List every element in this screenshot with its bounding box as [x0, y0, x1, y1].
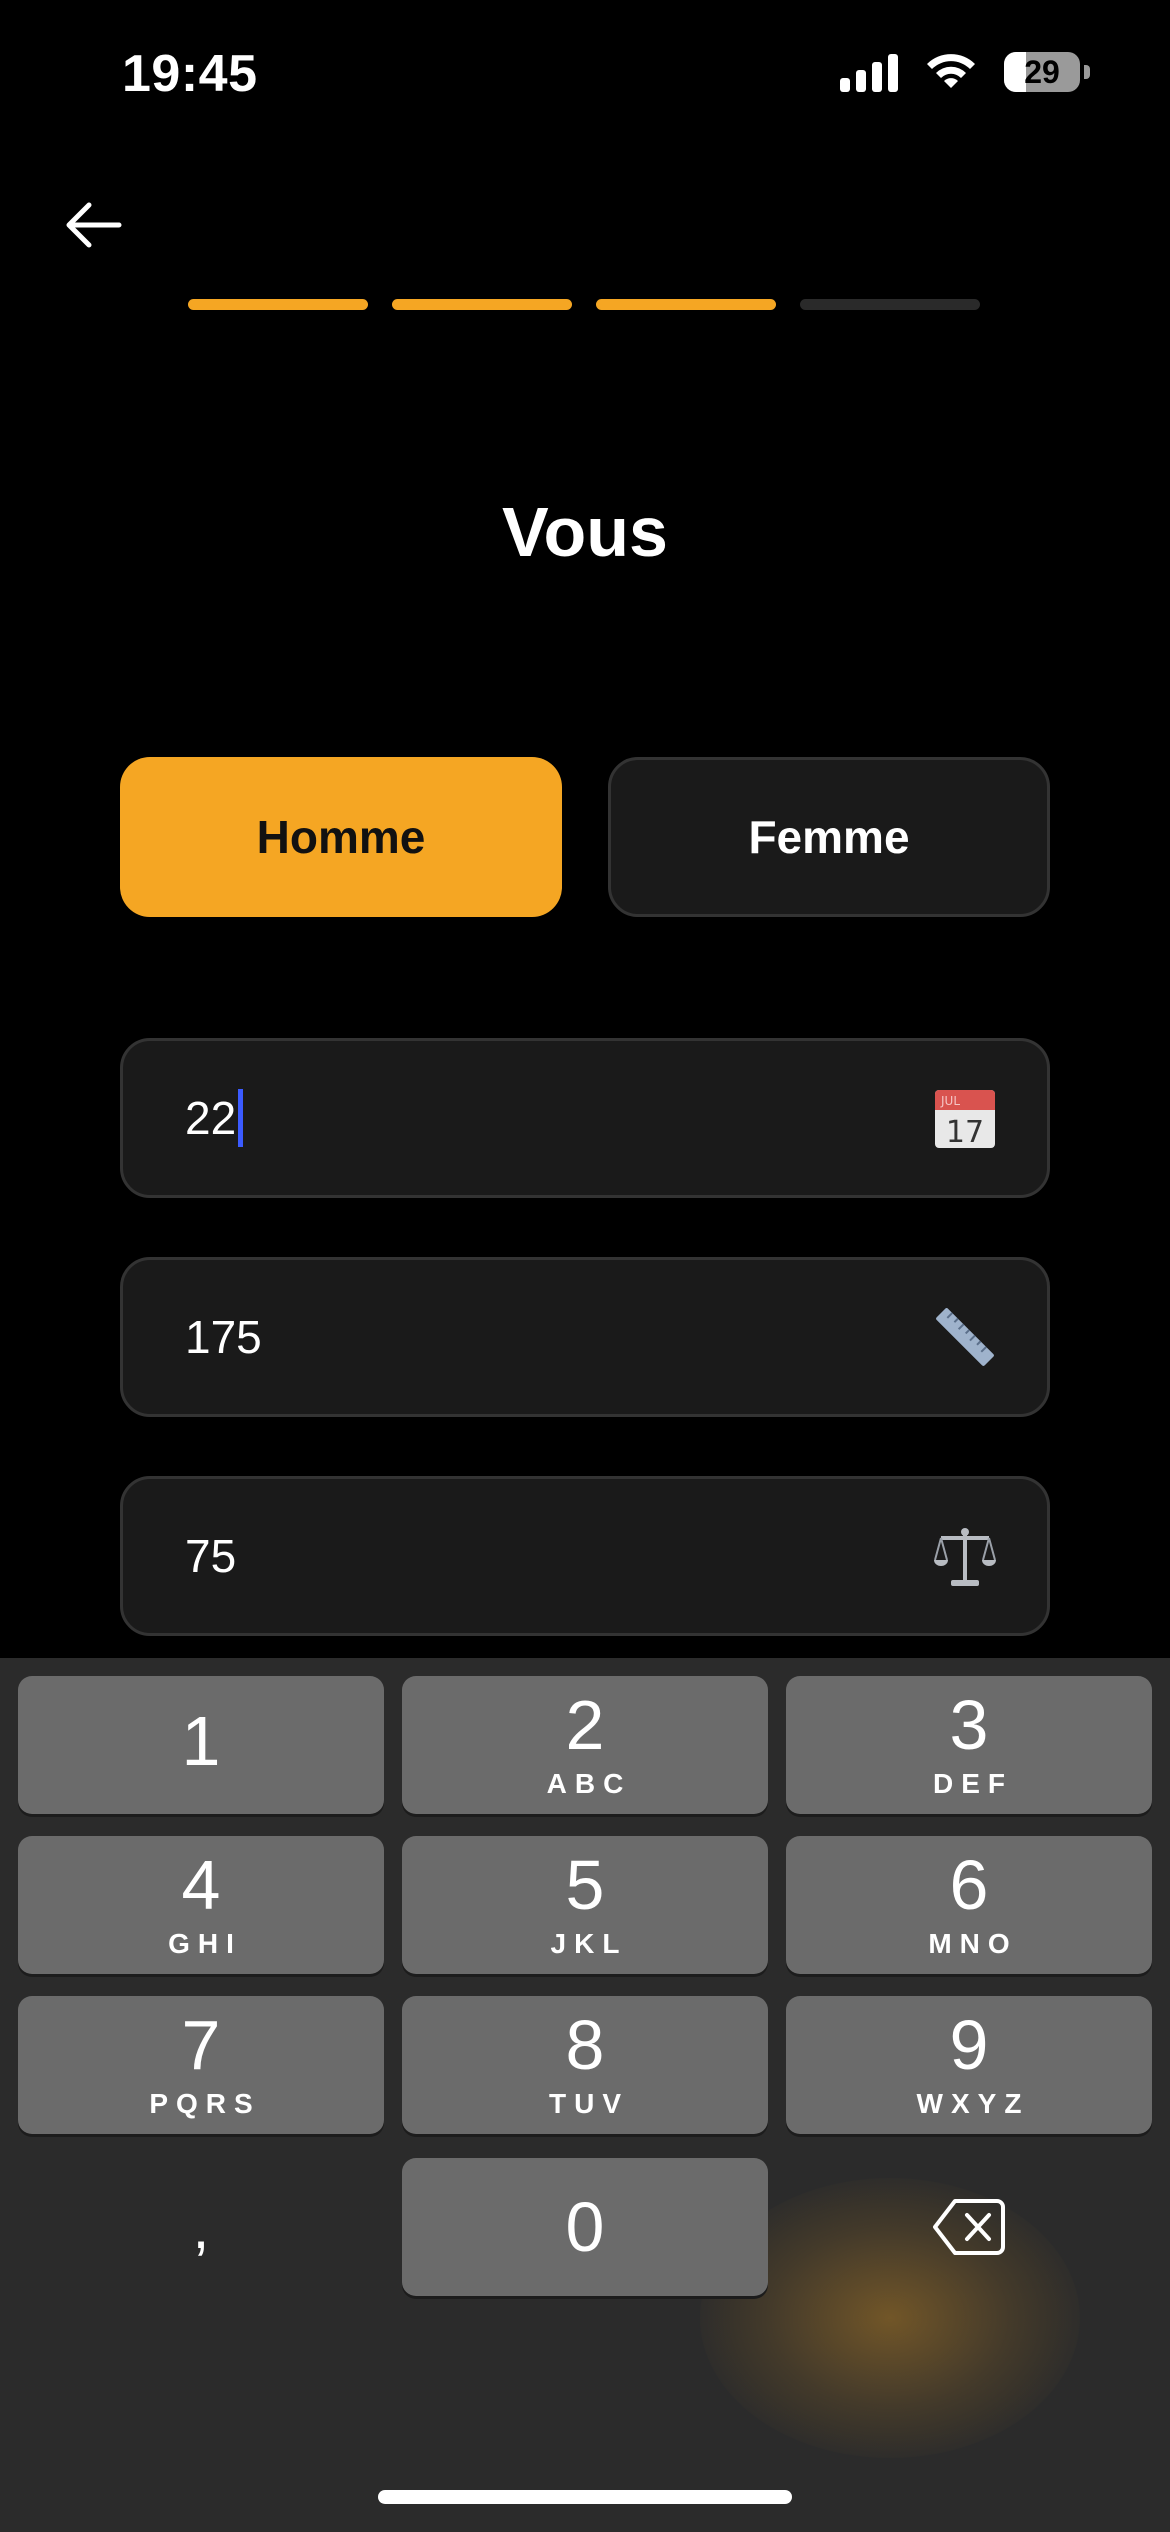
battery-percent: 29 — [1024, 53, 1060, 90]
key-6[interactable]: 6 MNO — [786, 1836, 1152, 1974]
key-digit: 8 — [565, 2006, 605, 2084]
key-digit: 0 — [565, 2188, 605, 2266]
battery-icon: 29 — [1004, 52, 1080, 92]
battery-nub — [1084, 65, 1090, 79]
key-digit: 1 — [181, 1702, 221, 1780]
status-time: 19:45 — [122, 45, 258, 103]
onboarding-screen: 19:45 29 Vous Homme Femme 22 JUL 17 175 … — [0, 0, 1170, 2532]
weight-field[interactable]: 75 — [120, 1476, 1050, 1636]
key-4[interactable]: 4 GHI — [18, 1836, 384, 1974]
delete-key[interactable] — [786, 2158, 1152, 2296]
key-letters: ABC — [546, 1768, 632, 1799]
key-digit: 5 — [565, 1846, 605, 1924]
numeric-keypad: 1 2 ABC 3 DEF 4 GHI 5 JKL 6 MNO 7 PQRS 8 — [0, 1658, 1170, 2532]
arrow-left-icon — [66, 202, 122, 248]
key-3[interactable]: 3 DEF — [786, 1676, 1152, 1814]
age-value: 22 — [185, 1092, 237, 1144]
back-button[interactable] — [58, 190, 128, 260]
svg-text:JUL: JUL — [940, 1094, 960, 1108]
key-digit: 4 — [181, 1846, 221, 1924]
key-letters: TUV — [549, 2088, 629, 2119]
text-caret — [238, 1089, 244, 1147]
key-letters: DEF — [933, 1768, 1013, 1799]
key-1[interactable]: 1 — [18, 1676, 384, 1814]
age-field[interactable]: 22 JUL 17 — [120, 1038, 1050, 1198]
key-letters: JKL — [550, 1928, 628, 1959]
key-0[interactable]: 0 — [402, 2158, 768, 2296]
gender-male-button[interactable]: Homme — [120, 757, 562, 917]
key-5[interactable]: 5 JKL — [402, 1836, 768, 1974]
key-7[interactable]: 7 PQRS — [18, 1996, 384, 2134]
svg-text:17: 17 — [946, 1115, 984, 1150]
home-indicator — [378, 2490, 792, 2504]
progress-step-4 — [800, 299, 980, 310]
gender-female-button[interactable]: Femme — [608, 757, 1050, 917]
wifi-icon — [927, 54, 975, 88]
key-digit: 9 — [949, 2006, 989, 2084]
key-digit: 6 — [949, 1846, 989, 1924]
key-letters: PQRS — [149, 2088, 261, 2119]
key-letters: GHI — [168, 1928, 242, 1959]
key-2[interactable]: 2 ABC — [402, 1676, 768, 1814]
battery-fill — [1004, 52, 1027, 92]
page-title: Vous — [502, 493, 668, 571]
ruler-icon — [936, 1308, 994, 1366]
key-8[interactable]: 8 TUV — [402, 1996, 768, 2134]
height-value: 175 — [185, 1311, 262, 1363]
key-letters: MNO — [928, 1928, 1018, 1959]
step-progress — [188, 299, 980, 310]
battery-group: 29 — [1004, 52, 1090, 92]
height-field[interactable]: 175 — [120, 1257, 1050, 1417]
key-letters: WXYZ — [916, 2088, 1030, 2119]
progress-step-2 — [392, 299, 572, 310]
progress-step-3 — [596, 299, 776, 310]
cellular-signal-icon — [840, 52, 898, 92]
backspace-icon — [933, 2199, 1005, 2255]
progress-step-1 — [188, 299, 368, 310]
status-icons: 29 — [840, 52, 1090, 92]
key-digit: 3 — [949, 1686, 989, 1764]
key-digit: 2 — [565, 1686, 605, 1764]
weight-value: 75 — [185, 1530, 237, 1582]
key-digit: 7 — [181, 2006, 221, 2084]
key-9[interactable]: 9 WXYZ — [786, 1996, 1152, 2134]
calendar-icon: JUL 17 — [935, 1090, 995, 1150]
scale-icon — [934, 1528, 996, 1586]
key-decimal[interactable]: , — [18, 2158, 384, 2296]
age-value-wrap: 22 — [185, 1089, 244, 1147]
